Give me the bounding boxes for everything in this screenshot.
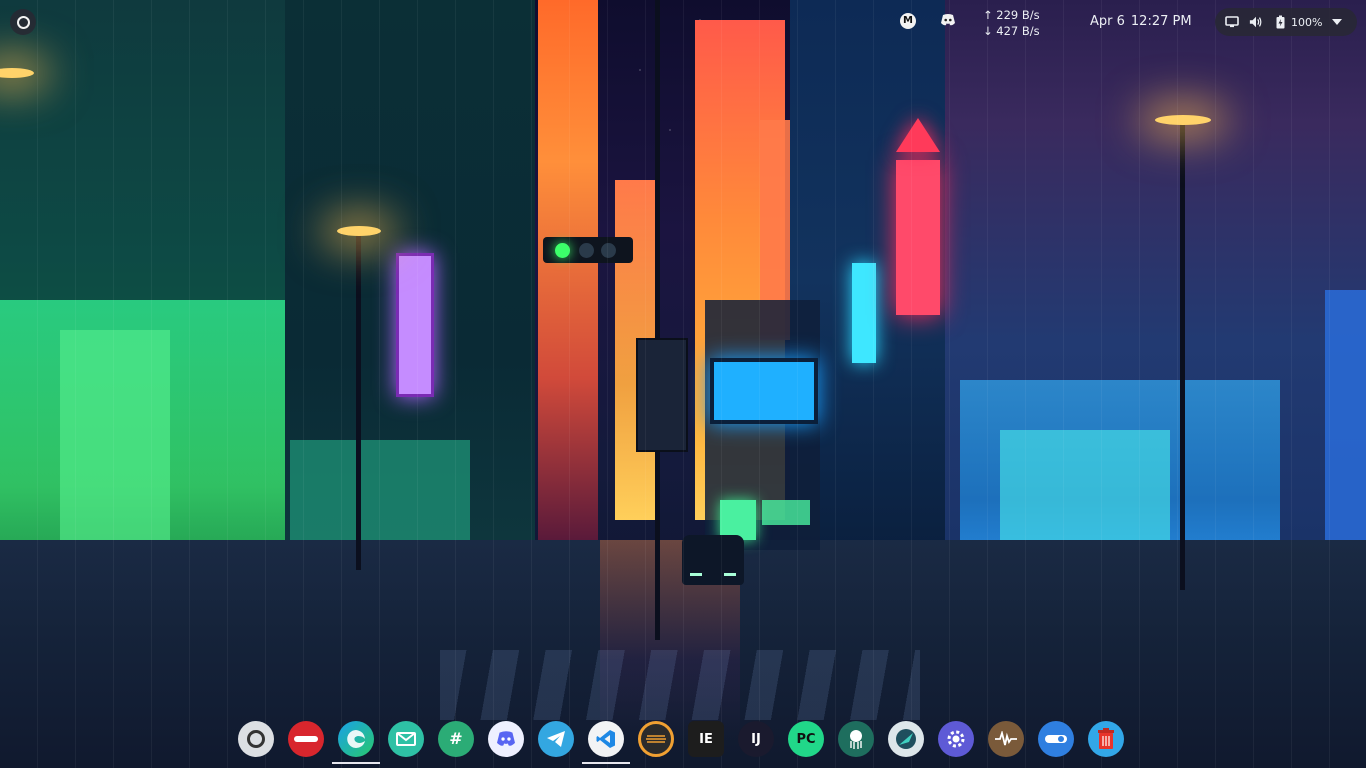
system-menu-button[interactable]: 100%: [1215, 8, 1357, 36]
pycharm-icon[interactable]: PC: [788, 721, 824, 757]
ubuntu-launcher-icon[interactable]: [238, 721, 274, 757]
slack-icon[interactable]: #: [438, 721, 474, 757]
globe-app-icon[interactable]: [888, 721, 924, 757]
desktop-wallpaper: [0, 0, 1366, 768]
discord-icon: [941, 14, 955, 26]
mail-icon[interactable]: [388, 721, 424, 757]
gitkraken-icon[interactable]: [838, 721, 874, 757]
toggle-app-icon[interactable]: [1038, 721, 1074, 757]
battery-charging-icon: [1273, 15, 1287, 29]
ring-app-icon[interactable]: [638, 721, 674, 757]
download-speed: ↓ 427 B/s: [983, 24, 1040, 38]
running-indicator: [332, 762, 380, 764]
upload-speed: ↑ 229 B/s: [983, 8, 1040, 22]
waveform-app-icon[interactable]: [988, 721, 1024, 757]
red-app-icon[interactable]: [288, 721, 324, 757]
battery-indicator: 100%: [1273, 15, 1322, 29]
running-indicator: [582, 762, 630, 764]
activities-button[interactable]: [10, 9, 36, 35]
settings-gear-icon[interactable]: [938, 721, 974, 757]
dock: # IE IJ PC: [232, 714, 1134, 764]
chevron-down-icon: [1332, 19, 1343, 25]
vscode-icon[interactable]: [582, 721, 630, 764]
battery-percent: 100%: [1291, 15, 1323, 29]
clock-button[interactable]: Apr 6 12:27 PM: [1090, 14, 1198, 29]
circle-activities-icon: [16, 15, 30, 29]
telegram-icon[interactable]: [538, 721, 574, 757]
screen-icon: [1225, 15, 1239, 29]
clock-time: 12:27 PM: [1130, 14, 1192, 29]
ie-app-icon[interactable]: IE: [688, 721, 724, 757]
discord-icon[interactable]: [488, 721, 524, 757]
network-speed-indicator: ↑ 229 B/s ↓ 427 B/s: [983, 7, 1040, 39]
intellij-icon[interactable]: IJ: [738, 721, 774, 757]
trash-icon[interactable]: [1088, 721, 1124, 757]
m-tray-icon[interactable]: M: [900, 13, 916, 29]
wallpaper-rain: [0, 0, 1366, 768]
clock-date: Apr 6: [1090, 14, 1125, 29]
microsoft-edge-icon[interactable]: [332, 721, 380, 764]
volume-icon: [1249, 15, 1263, 29]
discord-tray-icon[interactable]: [940, 13, 956, 29]
